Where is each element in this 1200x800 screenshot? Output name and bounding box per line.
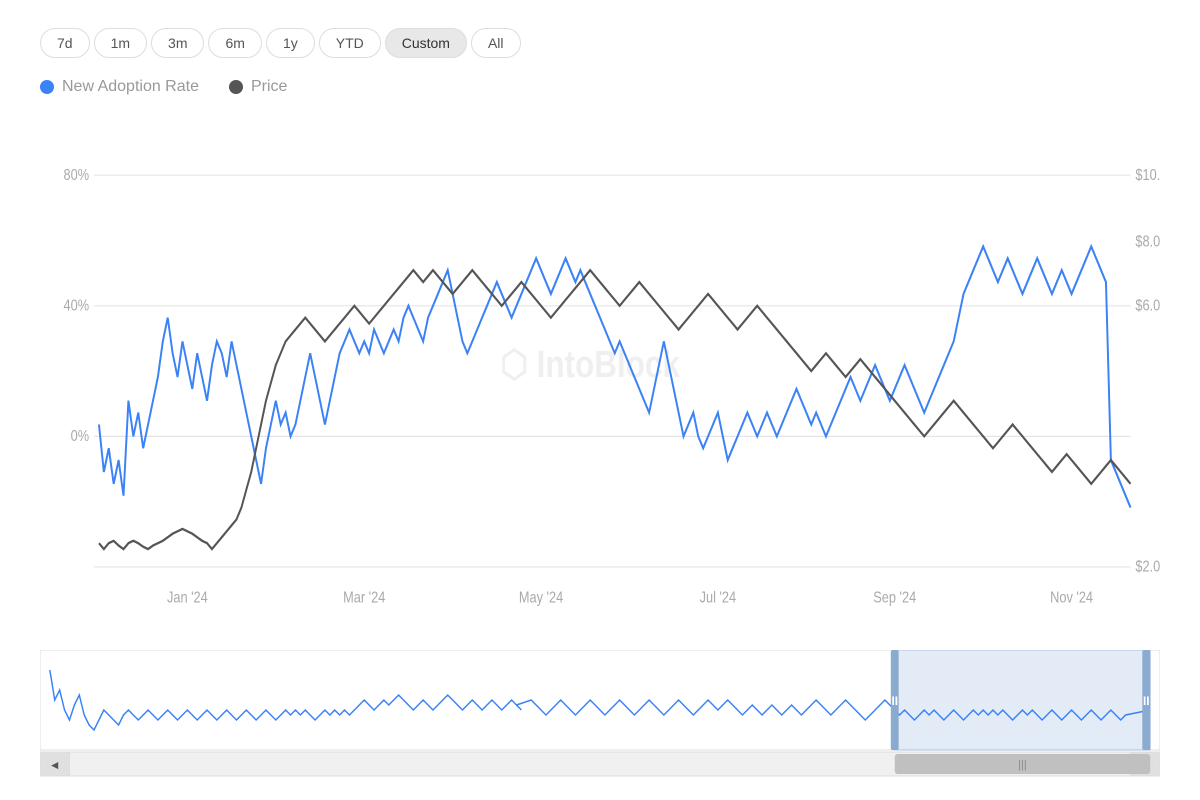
svg-text:$2.00: $2.00 xyxy=(1135,559,1160,576)
svg-text:Mar '24: Mar '24 xyxy=(343,589,385,606)
legend-label-adoption: New Adoption Rate xyxy=(62,78,199,96)
legend-dot-adoption xyxy=(40,80,54,94)
svg-text:Jan '24: Jan '24 xyxy=(167,589,208,606)
chart-navigator: II II 2020 2022 2024 ◄ ► ||| xyxy=(10,650,1190,790)
svg-text:$8.00: $8.00 xyxy=(1135,233,1160,250)
time-btn-7d[interactable]: 7d xyxy=(40,28,90,58)
svg-text:Nov '24: Nov '24 xyxy=(1050,589,1093,606)
chart-legend: New Adoption Rate Price xyxy=(10,66,1190,104)
svg-text:0%: 0% xyxy=(71,428,90,445)
time-btn-custom[interactable]: Custom xyxy=(385,28,467,58)
time-btn-1m[interactable]: 1m xyxy=(94,28,147,58)
svg-text:Sep '24: Sep '24 xyxy=(873,589,916,606)
svg-text:Jul '24: Jul '24 xyxy=(700,589,737,606)
time-range-buttons: 7d1m3m6m1yYTDCustomAll xyxy=(10,20,1190,66)
time-btn-1y[interactable]: 1y xyxy=(266,28,315,58)
legend-label-price: Price xyxy=(251,78,287,96)
legend-item-price: Price xyxy=(229,78,287,96)
time-btn-all[interactable]: All xyxy=(471,28,521,58)
time-btn-6m[interactable]: 6m xyxy=(208,28,261,58)
svg-text:II: II xyxy=(891,694,898,708)
legend-item-adoption: New Adoption Rate xyxy=(40,78,199,96)
svg-text:II: II xyxy=(1143,694,1150,708)
svg-text:80%: 80% xyxy=(64,167,90,184)
time-btn-ytd[interactable]: YTD xyxy=(319,28,381,58)
svg-text:|||: ||| xyxy=(1018,759,1026,771)
svg-text:$6.00: $6.00 xyxy=(1135,297,1160,314)
svg-text:⬡ IntoBlock: ⬡ IntoBlock xyxy=(500,343,680,385)
time-btn-3m[interactable]: 3m xyxy=(151,28,204,58)
svg-text:◄: ◄ xyxy=(49,758,61,772)
svg-text:$10.00: $10.00 xyxy=(1135,167,1160,184)
svg-text:May '24: May '24 xyxy=(519,589,563,606)
svg-text:40%: 40% xyxy=(64,297,90,314)
main-chart-wrapper: 80% 40% 0% $10.00 $8.00 $6.00 $2.00 ⬡ In… xyxy=(10,104,1190,650)
legend-dot-price xyxy=(229,80,243,94)
